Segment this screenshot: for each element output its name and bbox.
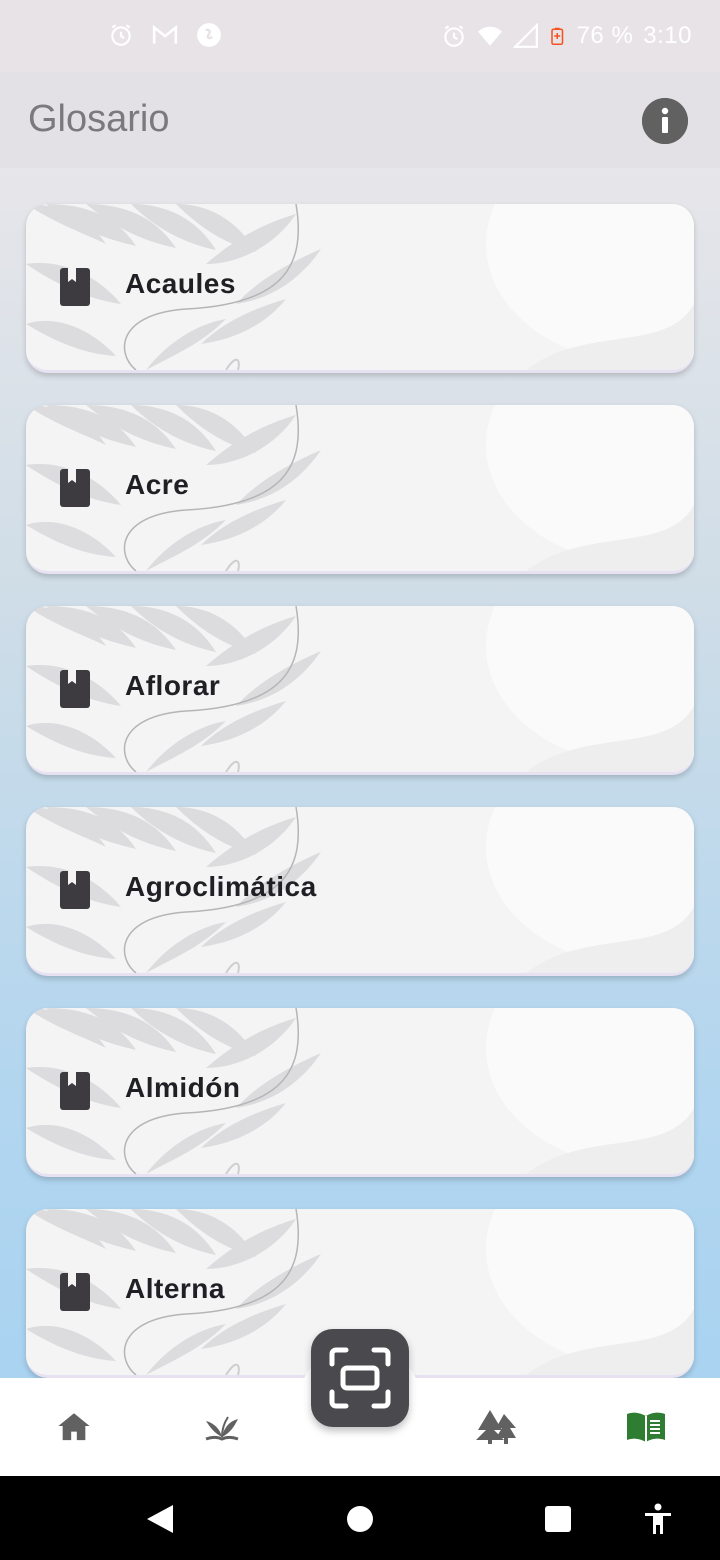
nav-glossary[interactable]: [624, 1406, 668, 1446]
book-icon: [60, 670, 90, 708]
alarm-icon: [111, 24, 131, 46]
system-recents-button[interactable]: [541, 1502, 575, 1536]
trees-icon: [476, 1410, 516, 1444]
glossary-term: Aflorar: [125, 670, 221, 701]
scan-button[interactable]: [311, 1329, 409, 1427]
status-left-icons: [108, 22, 222, 48]
book-icon: [60, 1273, 90, 1311]
glossary-term: Almidón: [125, 1072, 241, 1103]
glossary-item[interactable]: Acre: [26, 405, 694, 574]
book-icon: [60, 469, 90, 507]
shazam-icon: [197, 23, 221, 47]
info-button[interactable]: [642, 98, 688, 144]
book-icon: [60, 1072, 90, 1110]
home-circle-icon: [347, 1506, 373, 1532]
battery-percent: 76 %: [576, 22, 634, 49]
glossary-term: Acaules: [125, 268, 236, 299]
scan-icon: [329, 1347, 391, 1409]
nav-home[interactable]: [52, 1406, 96, 1446]
status-bar: 76 % 3:10: [0, 0, 720, 72]
signal-icon: [512, 23, 538, 48]
glossary-term: Alterna: [125, 1273, 225, 1304]
glossary-book-icon: [627, 1412, 665, 1442]
wifi-icon: [477, 26, 502, 46]
glossary-list[interactable]: Acaules Acre Aflorar Agroclimática Almid…: [0, 168, 720, 1378]
alarm-icon: [443, 25, 464, 47]
info-icon: [642, 98, 688, 144]
glossary-item[interactable]: Agroclimática: [26, 807, 694, 976]
app-bar: Glosario: [0, 72, 720, 168]
home-icon: [58, 1413, 90, 1441]
system-accessibility-button[interactable]: [641, 1502, 675, 1536]
glossary-term: Acre: [125, 469, 190, 500]
gmail-icon: [152, 24, 178, 44]
recents-icon: [545, 1506, 571, 1532]
glossary-item[interactable]: Aflorar: [26, 606, 694, 775]
status-right-icons: 76 % 3:10: [441, 22, 692, 50]
glossary-term: Agroclimática: [125, 871, 317, 902]
book-icon: [60, 871, 90, 909]
plant-icon: [205, 1416, 239, 1441]
page-title: Glosario: [28, 98, 170, 140]
nav-plants[interactable]: [200, 1406, 244, 1446]
glossary-item[interactable]: Acaules: [26, 204, 694, 373]
nav-forest[interactable]: [474, 1406, 518, 1446]
glossary-item[interactable]: Almidón: [26, 1008, 694, 1177]
accessibility-icon: [645, 1503, 671, 1534]
book-icon: [60, 268, 90, 306]
system-home-button[interactable]: [343, 1502, 377, 1536]
clock: 3:10: [643, 22, 692, 49]
system-back-button[interactable]: [143, 1502, 177, 1536]
system-navigation-bar: [0, 1476, 720, 1560]
battery-charging-icon: [550, 27, 563, 45]
back-icon: [147, 1505, 173, 1533]
